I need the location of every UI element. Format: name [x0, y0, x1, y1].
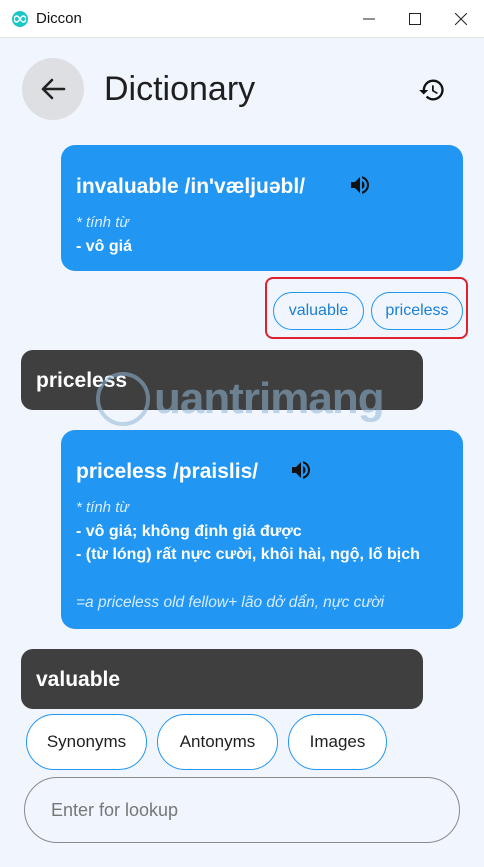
- definition-card: priceless /praislis/ * tính từ - vô giá;…: [61, 430, 463, 629]
- maximize-button[interactable]: [392, 0, 438, 38]
- antonyms-button[interactable]: Antonyms: [157, 714, 278, 770]
- window-title: Diccon: [36, 10, 82, 27]
- title-bar: Diccon: [0, 0, 484, 38]
- related-word-chip-priceless[interactable]: priceless: [371, 292, 463, 330]
- history-icon: [419, 79, 444, 101]
- images-button[interactable]: Images: [288, 714, 387, 770]
- back-button[interactable]: [22, 58, 84, 120]
- part-of-speech: * tính từ: [76, 499, 129, 516]
- definition-card: invaluable /in'væljuəbl/ * tính từ - vô …: [61, 145, 463, 271]
- definition-line: - vô giá; không định giá được: [76, 523, 302, 540]
- app-logo-icon: [12, 11, 28, 27]
- close-button[interactable]: [438, 0, 484, 38]
- definition-line: - vô giá: [76, 238, 133, 255]
- definition-line: - (từ lóng) rất nực cười, khôi hài, ngộ,…: [76, 546, 420, 563]
- page-title: Dictionary: [104, 70, 256, 108]
- synonyms-button[interactable]: Synonyms: [26, 714, 147, 770]
- headword: priceless /praislis/: [76, 460, 259, 483]
- arrow-left-icon: [41, 78, 66, 100]
- query-bubble: valuable: [21, 649, 423, 709]
- lookup-input[interactable]: [24, 777, 460, 843]
- headword: invaluable /in'væljuəbl/: [76, 175, 306, 198]
- speaker-icon[interactable]: [289, 458, 313, 482]
- history-button[interactable]: [412, 70, 452, 110]
- part-of-speech: * tính từ: [76, 214, 129, 231]
- related-word-chip-valuable[interactable]: valuable: [273, 292, 364, 330]
- speaker-icon[interactable]: [348, 173, 372, 197]
- example-sentence: =a priceless old fellow+ lão dở dẩn, nực…: [76, 594, 385, 611]
- minimize-button[interactable]: [346, 0, 392, 38]
- query-bubble: priceless: [21, 350, 423, 410]
